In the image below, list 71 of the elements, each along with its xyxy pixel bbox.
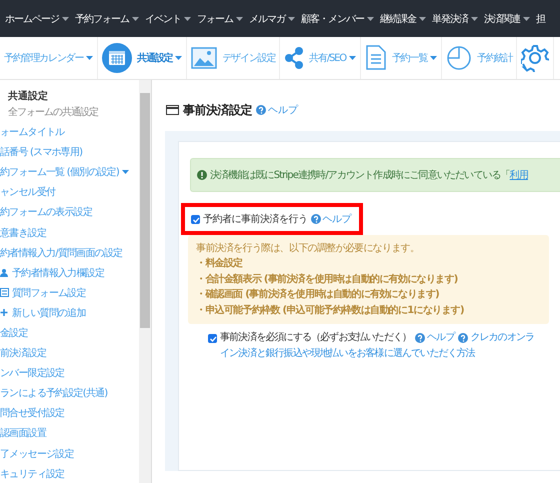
settings-icon[interactable] (521, 44, 550, 72)
info-icon (197, 170, 207, 180)
sidebar-link[interactable]: 約フォーム一覧 (個別の設定) (0, 162, 129, 182)
help-icon (256, 105, 266, 115)
sidebar-link[interactable]: 認画面設置 (0, 423, 46, 444)
nav-menu-item[interactable]: フォーム (197, 12, 243, 26)
sidebar-link[interactable]: 約者情報入力/質問画面の設定 (0, 242, 122, 263)
help-link[interactable]: ヘルプ (415, 330, 454, 346)
sidebar-subtitle: 全フォームの共通設定 (8, 106, 100, 119)
toolbar-menu-item[interactable]: 共有/SEO (309, 51, 356, 65)
terms-link[interactable]: 利用 (510, 170, 528, 181)
sidebar-link[interactable]: 了メッセージ設定 (0, 444, 74, 464)
sidebar-link[interactable]: ォームタイトル (0, 122, 64, 142)
sidebar-link[interactable]: キュリティ設定 (0, 464, 64, 483)
nav-menu-item[interactable]: 継続課金 (380, 12, 426, 26)
requirement-item: ・料金設定 (196, 256, 243, 272)
scrollbar[interactable] (139, 80, 151, 483)
nav-menu-item[interactable]: 単発決済 (432, 12, 478, 26)
sidebar-link[interactable]: 金設定 (0, 322, 28, 344)
document-icon (364, 45, 387, 71)
checkbox-label: 事前決済を必須にする（必ずお支払いただく） (220, 330, 412, 346)
nav-menu-item[interactable]: 予約フォーム (75, 12, 139, 26)
notice-text: 決済機能は既にStripe連携時/アカウント作成時にご同意いただいている「利用 (210, 168, 528, 182)
card-icon (166, 104, 179, 116)
toolbar-menu-item[interactable]: 共通設定 (137, 51, 182, 65)
user-icon (0, 268, 9, 278)
sidebar-link[interactable]: 新しい質問の追加 (0, 302, 86, 323)
requirement-item: ・確認画面 (事前決済を使用時は自動的に有効になります) (196, 287, 440, 302)
nav-menu-item[interactable]: イベント (145, 12, 191, 26)
calendar-icon (102, 43, 132, 73)
nav-menu-item[interactable]: 担 (536, 12, 545, 26)
requirement-item: ・申込可能予約枠数 (申込可能予約枠数は自動的に1になります) (196, 304, 464, 318)
sidebar-title: 共通設定 (8, 89, 49, 103)
help-icon (458, 333, 468, 344)
pie-chart-icon (446, 45, 472, 71)
nav-menu-item[interactable]: 決済関連 (484, 12, 530, 26)
toolbar-menu-item[interactable]: 予約統計 (477, 51, 512, 65)
requirement-item: ・合計金額表示 (事前決済を使用時は自動的に有効になります) (196, 272, 458, 287)
list-icon (0, 288, 9, 298)
guide-link[interactable]: イン決済と銀行振込や現地払いをお客様に選んでいただく方法 (220, 346, 475, 362)
sidebar-link[interactable]: 意書き設定 (0, 222, 46, 243)
checkbox[interactable] (208, 334, 217, 344)
sidebar-link[interactable]: 問合せ受付設定 (0, 403, 64, 424)
page-title: 事前決済設定 (183, 102, 252, 118)
toolbar-menu-item[interactable]: 予約管理カレンダー (4, 51, 94, 65)
nav-menu-item[interactable]: ホームページ (5, 12, 69, 26)
toolbar-menu-item[interactable]: デザイン設定 (222, 51, 276, 65)
check-icon (192, 216, 200, 224)
plus-icon (0, 308, 9, 318)
image-icon (191, 46, 218, 70)
sidebar-link[interactable]: ランによる予約設定(共通) (0, 383, 108, 404)
note-text: 事前決済を行う際は、以下の調整が必要になります。 (196, 242, 420, 256)
sidebar-link[interactable]: 質問フォーム設定 (0, 282, 86, 303)
sidebar-link[interactable]: ンバー限定設定 (0, 363, 64, 384)
help-icon (415, 333, 426, 344)
sidebar-link[interactable]: 前決済設定 (0, 343, 46, 364)
sidebar-link[interactable]: ャンセル受付 (0, 182, 56, 202)
share-icon (284, 46, 304, 70)
sidebar-link[interactable]: 予約者情報入力欄設定 (0, 262, 104, 283)
nav-menu-item[interactable]: 顧客・メンバー (301, 12, 374, 26)
toolbar-menu-item[interactable]: 予約一覧 (392, 51, 438, 65)
check-icon (209, 335, 217, 344)
nav-menu-item[interactable]: メルマガ (249, 12, 295, 26)
help-link[interactable]: ヘルプ (310, 212, 351, 226)
checkbox-label: 予約者に事前決済を行う (203, 212, 308, 226)
sidebar-link[interactable]: 約フォームの表示設定 (0, 202, 92, 222)
help-link[interactable]: ヘルプ (256, 103, 298, 117)
checkbox[interactable] (191, 214, 200, 224)
help-icon (310, 214, 320, 224)
guide-link[interactable]: クレカのオンラ (458, 330, 534, 346)
sidebar-link[interactable]: 話番号 (スマホ専用) (0, 142, 82, 162)
